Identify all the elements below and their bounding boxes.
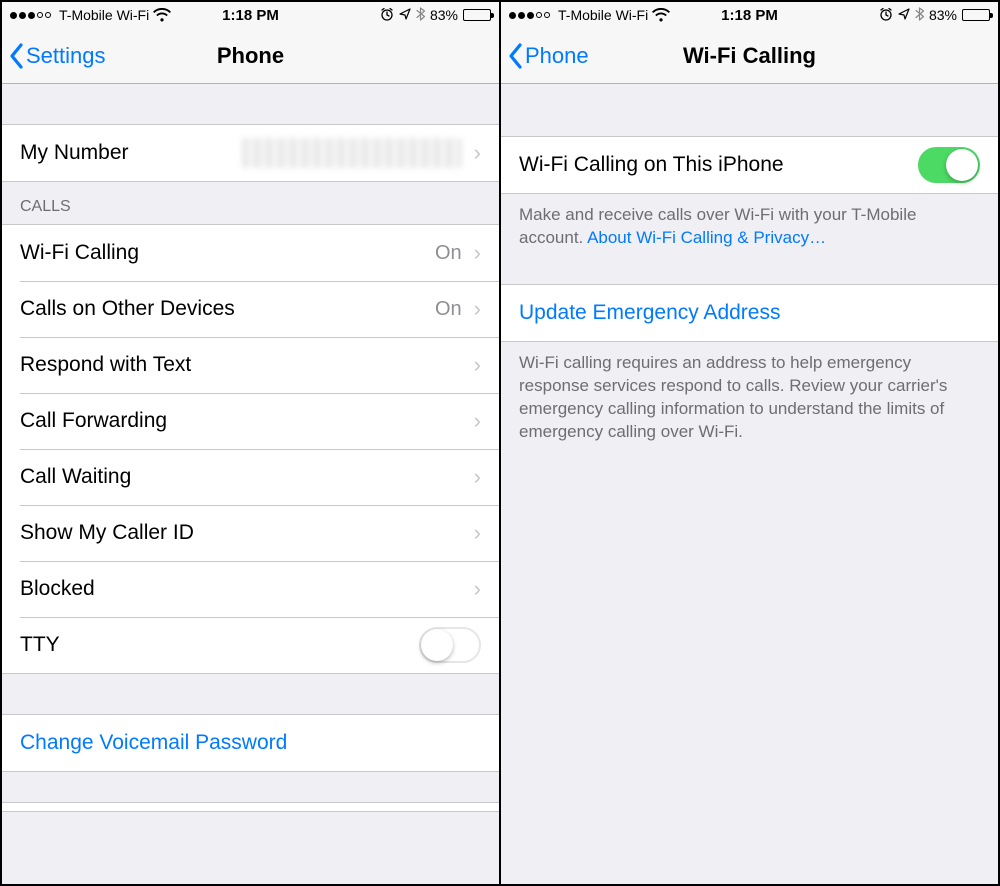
call-waiting-cell[interactable]: Call Waiting › — [2, 449, 499, 505]
calls-other-devices-cell[interactable]: Calls on Other Devices On › — [2, 281, 499, 337]
statusbar: T-Mobile Wi-Fi 1:18 PM 83% — [501, 2, 998, 28]
chevron-right-icon: › — [474, 464, 481, 490]
wifi-calling-toggle-label: Wi-Fi Calling on This iPhone — [519, 153, 784, 177]
tty-toggle[interactable] — [419, 627, 481, 663]
wifi-calling-value: On — [435, 242, 468, 265]
wifi-calling-toggle-cell: Wi-Fi Calling on This iPhone — [501, 137, 998, 193]
chevron-right-icon: › — [474, 296, 481, 322]
my-number-cell[interactable]: My Number › — [2, 125, 499, 181]
calls-section-header: CALLS — [2, 198, 89, 224]
tty-cell: TTY — [2, 617, 499, 673]
chevron-right-icon: › — [474, 408, 481, 434]
wifi-calling-toggle-group: Wi-Fi Calling on This iPhone — [501, 136, 998, 194]
voicemail-group: Change Voicemail Password — [2, 714, 499, 772]
update-emergency-address-label: Update Emergency Address — [519, 301, 780, 325]
chevron-right-icon: › — [474, 576, 481, 602]
calls-other-devices-label: Calls on Other Devices — [20, 297, 235, 321]
emergency-address-footer: Wi-Fi calling requires an address to hel… — [501, 342, 998, 444]
about-wifi-calling-link[interactable]: About Wi-Fi Calling & Privacy… — [587, 228, 826, 247]
battery-icon — [962, 9, 990, 21]
call-waiting-label: Call Waiting — [20, 465, 131, 489]
blocked-cell[interactable]: Blocked › — [2, 561, 499, 617]
chevron-right-icon: › — [474, 240, 481, 266]
update-emergency-address-button[interactable]: Update Emergency Address — [501, 285, 998, 341]
wifi-calling-cell[interactable]: Wi-Fi Calling On › — [2, 225, 499, 281]
my-number-group: My Number › — [2, 124, 499, 182]
calls-group: Wi-Fi Calling On › Calls on Other Device… — [2, 224, 499, 674]
chevron-right-icon: › — [474, 140, 481, 166]
wifi-calling-footer: Make and receive calls over Wi-Fi with y… — [501, 194, 998, 250]
wifi-calling-toggle[interactable] — [918, 147, 980, 183]
bottom-group-peek — [2, 802, 499, 812]
change-voicemail-password-button[interactable]: Change Voicemail Password — [2, 715, 499, 771]
phone-settings-screen: T-Mobile Wi-Fi 1:18 PM 83% — [2, 2, 499, 884]
show-caller-id-cell[interactable]: Show My Caller ID › — [2, 505, 499, 561]
statusbar: T-Mobile Wi-Fi 1:18 PM 83% — [2, 2, 499, 28]
change-voicemail-password-label: Change Voicemail Password — [20, 731, 287, 755]
call-forwarding-cell[interactable]: Call Forwarding › — [2, 393, 499, 449]
chevron-right-icon: › — [474, 352, 481, 378]
respond-with-text-label: Respond with Text — [20, 353, 191, 377]
battery-icon — [463, 9, 491, 21]
bluetooth-icon — [915, 7, 924, 24]
chevron-right-icon: › — [474, 520, 481, 546]
navbar: Settings Phone — [2, 28, 499, 84]
show-caller-id-label: Show My Caller ID — [20, 521, 194, 545]
wifi-calling-screen: T-Mobile Wi-Fi 1:18 PM 83% — [501, 2, 998, 884]
respond-with-text-cell[interactable]: Respond with Text › — [2, 337, 499, 393]
page-title: Phone — [2, 43, 499, 69]
update-emergency-address-group: Update Emergency Address — [501, 284, 998, 342]
blocked-label: Blocked — [20, 577, 95, 601]
calls-other-devices-value: On — [435, 298, 468, 321]
tty-label: TTY — [20, 633, 60, 657]
page-title: Wi-Fi Calling — [501, 43, 998, 69]
call-forwarding-label: Call Forwarding — [20, 409, 167, 433]
my-number-value-redacted — [242, 138, 462, 168]
navbar: Phone Wi-Fi Calling — [501, 28, 998, 84]
my-number-label: My Number — [20, 141, 129, 165]
bluetooth-icon — [416, 7, 425, 24]
wifi-calling-label: Wi-Fi Calling — [20, 241, 139, 265]
